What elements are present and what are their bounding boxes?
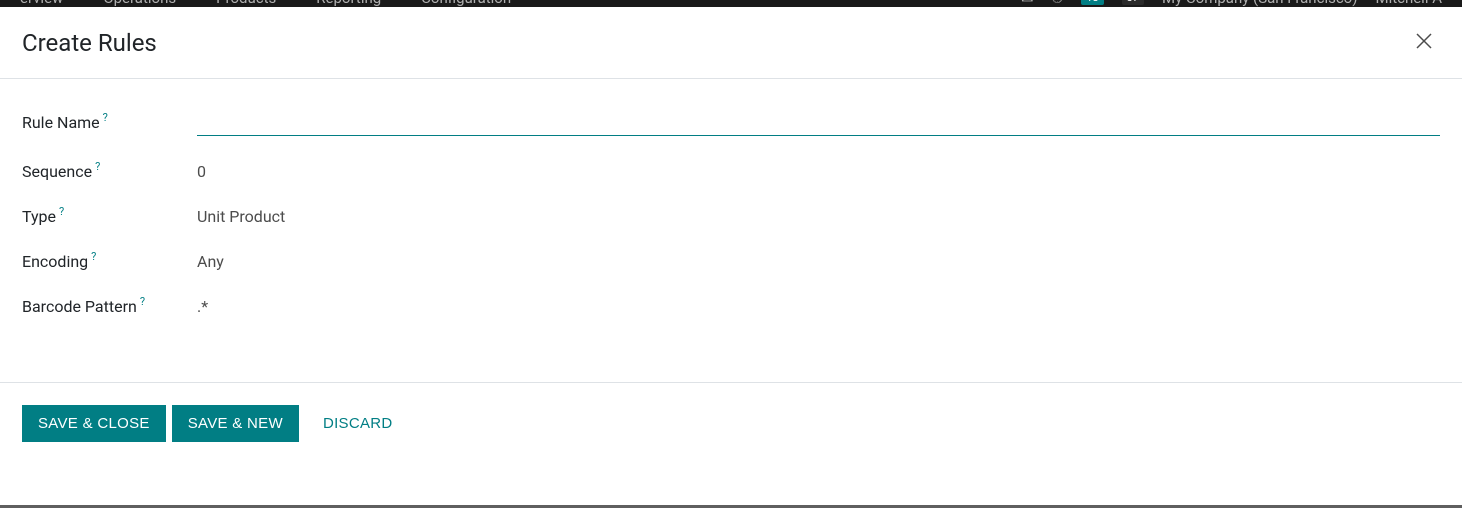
activity-icon[interactable]: ⏱ [1052, 0, 1064, 7]
field-encoding: Encoding ? Any [22, 252, 1440, 271]
help-icon[interactable]: ? [103, 111, 108, 124]
nav-operations[interactable]: Operations [103, 0, 176, 7]
rule-name-label: Rule Name ? [22, 113, 197, 132]
user-menu[interactable]: Mitchell A [1375, 0, 1442, 7]
modal-title: Create Rules [22, 29, 157, 57]
rule-name-input[interactable] [197, 109, 1440, 136]
close-button[interactable] [1408, 25, 1440, 60]
modal-header: Create Rules [0, 7, 1462, 79]
encoding-label-text: Encoding [22, 252, 88, 271]
field-type: Type ? Unit Product [22, 207, 1440, 226]
help-icon[interactable]: ? [95, 160, 100, 173]
close-icon [1412, 29, 1436, 53]
help-icon[interactable]: ? [91, 250, 96, 263]
nav-overview[interactable]: erview [20, 0, 63, 7]
save-new-button[interactable]: SAVE & NEW [172, 405, 299, 442]
nav-configuration[interactable]: Configuration [421, 0, 511, 7]
rule-name-label-text: Rule Name [22, 113, 100, 132]
top-navigation: erview Operations Products Reporting Con… [0, 0, 1462, 7]
field-barcode-pattern: Barcode Pattern ? .* [22, 297, 1440, 316]
discard-button[interactable]: DISCARD [305, 405, 411, 442]
type-label-text: Type [22, 207, 56, 226]
help-icon[interactable]: ? [140, 295, 145, 308]
nav-reporting[interactable]: Reporting [316, 0, 381, 7]
sequence-label-text: Sequence [22, 162, 92, 181]
sequence-label: Sequence ? [22, 162, 197, 181]
type-label: Type ? [22, 207, 197, 226]
barcode-pattern-label: Barcode Pattern ? [22, 297, 197, 316]
badge-notifications[interactable]: 37 [1122, 0, 1144, 5]
create-rules-modal: Create Rules Rule Name ? Sequence ? 0 [0, 7, 1462, 464]
barcode-pattern-label-text: Barcode Pattern [22, 297, 137, 316]
badge-messages[interactable]: 18 [1081, 0, 1103, 5]
field-rule-name: Rule Name ? [22, 109, 1440, 136]
modal-body: Rule Name ? Sequence ? 0 Type ? Unit Pro… [0, 79, 1462, 382]
sequence-value[interactable]: 0 [197, 162, 1440, 181]
encoding-value[interactable]: Any [197, 252, 1440, 271]
messaging-icon[interactable]: ✉ [1021, 0, 1034, 7]
company-selector[interactable]: My Company (San Francisco) [1162, 0, 1357, 7]
modal-footer: SAVE & CLOSE SAVE & NEW DISCARD [0, 382, 1462, 464]
help-icon[interactable]: ? [59, 205, 64, 218]
field-sequence: Sequence ? 0 [22, 162, 1440, 181]
nav-products[interactable]: Products [216, 0, 276, 7]
encoding-label: Encoding ? [22, 252, 197, 271]
type-value[interactable]: Unit Product [197, 207, 1440, 226]
save-close-button[interactable]: SAVE & CLOSE [22, 405, 166, 442]
barcode-pattern-value[interactable]: .* [197, 297, 1440, 316]
